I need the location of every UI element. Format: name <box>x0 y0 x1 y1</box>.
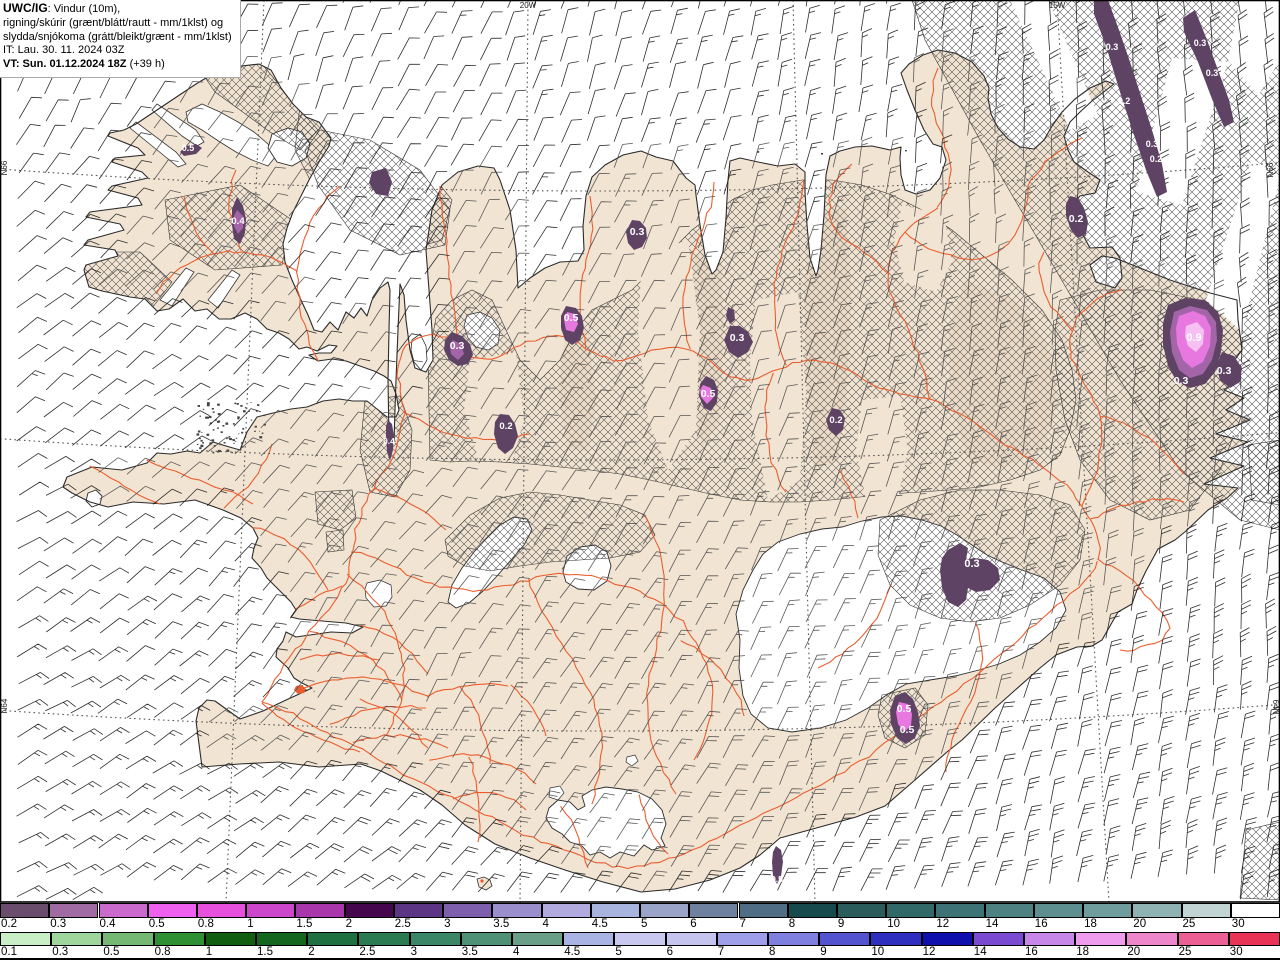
svg-text:64N: 64N <box>1271 700 1280 715</box>
svg-text:0.5: 0.5 <box>900 724 915 736</box>
svg-text:0.3: 0.3 <box>964 558 979 570</box>
svg-text:0.5: 0.5 <box>897 703 912 715</box>
svg-text:0.9: 0.9 <box>1186 332 1201 344</box>
svg-text:15W: 15W <box>1049 1 1066 10</box>
svg-text:0.2: 0.2 <box>829 415 842 426</box>
svg-text:0.2: 0.2 <box>1150 154 1163 164</box>
svg-text:0.4: 0.4 <box>383 436 395 446</box>
svg-text:20W: 20W <box>520 1 537 10</box>
svg-text:0.2: 0.2 <box>1118 96 1131 106</box>
svg-text:0.3: 0.3 <box>1194 38 1207 48</box>
svg-text:0.3: 0.3 <box>630 226 645 238</box>
svg-text:0.3: 0.3 <box>1206 68 1219 78</box>
svg-text:0.3: 0.3 <box>1106 42 1119 52</box>
svg-text:0.3: 0.3 <box>730 332 745 344</box>
svg-text:0.3: 0.3 <box>1217 365 1232 377</box>
svg-text:0.5: 0.5 <box>182 143 195 153</box>
svg-text:0.5: 0.5 <box>564 312 579 324</box>
svg-text:0.3: 0.3 <box>1146 139 1159 149</box>
svg-text:0.5: 0.5 <box>701 388 716 400</box>
svg-text:0.5: 0.5 <box>771 874 783 884</box>
svg-text:0.3: 0.3 <box>450 340 465 352</box>
svg-text:N64: N64 <box>0 698 9 713</box>
svg-text:N66: N66 <box>0 160 9 175</box>
svg-text:0.3: 0.3 <box>1174 375 1189 387</box>
svg-text:0.2: 0.2 <box>1069 213 1084 225</box>
svg-text:N66: N66 <box>1266 162 1275 177</box>
svg-text:0.4: 0.4 <box>231 216 245 227</box>
svg-text:0.2: 0.2 <box>499 421 512 432</box>
